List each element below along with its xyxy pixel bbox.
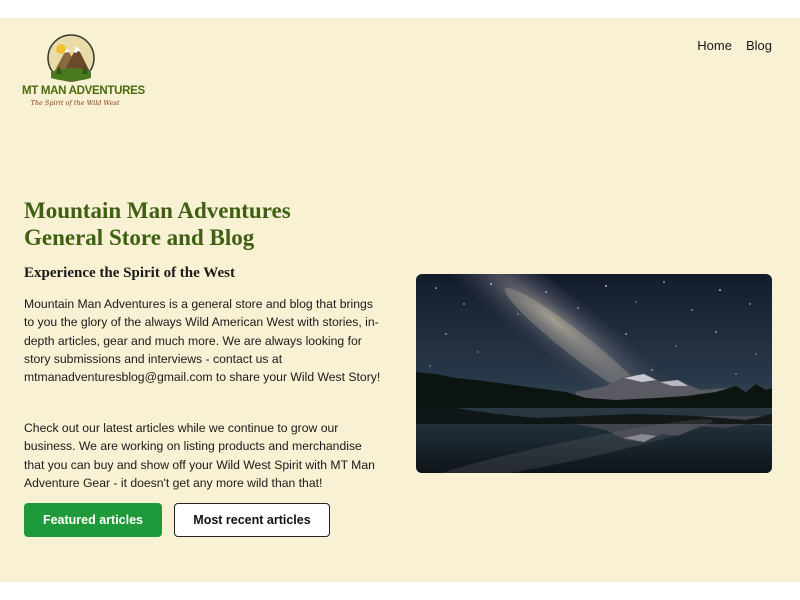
night-sky-lake-illustration	[416, 274, 772, 473]
most-recent-articles-button[interactable]: Most recent articles	[174, 503, 330, 537]
hero-subtitle: Experience the Spirit of the West	[24, 265, 235, 281]
hero-milky-way-image	[416, 274, 772, 473]
main-nav: Home Blog	[697, 38, 772, 53]
logo-tagline: The Spirit of the Wild West	[30, 99, 120, 107]
page-body: MT MAN ADVENTURES The Spirit of the Wild…	[0, 18, 800, 582]
business-paragraph: Check out our latest articles while we c…	[24, 421, 375, 490]
logo-name: MT MAN ADVENTURES	[22, 85, 145, 97]
nav-blog-link[interactable]: Blog	[746, 38, 772, 53]
site-logo[interactable]: MT MAN ADVENTURES The Spirit of the Wild…	[22, 34, 145, 110]
featured-articles-button[interactable]: Featured articles	[24, 503, 162, 537]
page-title: Mountain Man Adventures General Store an…	[24, 198, 291, 250]
intro-paragraph: Mountain Man Adventures is a general sto…	[24, 297, 381, 385]
mountain-logo-icon	[47, 34, 95, 82]
nav-home-link[interactable]: Home	[697, 38, 732, 53]
